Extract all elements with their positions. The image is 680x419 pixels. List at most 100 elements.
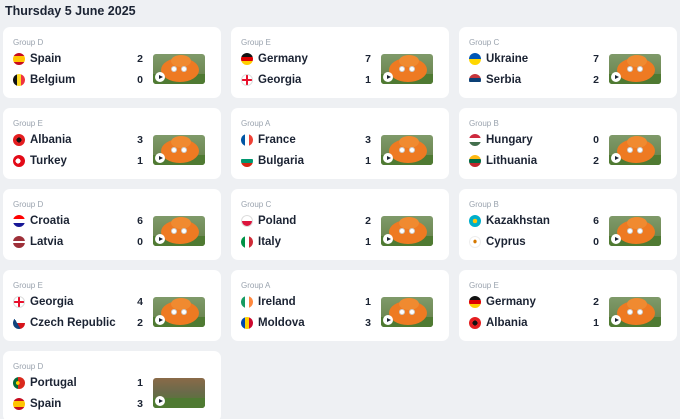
away-score: 0: [137, 236, 143, 248]
video-thumbnail[interactable]: [153, 54, 205, 84]
away-team: Albania: [469, 316, 528, 330]
away-team: Belgium: [13, 73, 75, 87]
play-icon[interactable]: [383, 153, 393, 163]
home-team-name: Kazakhstan: [486, 215, 550, 227]
video-thumbnail[interactable]: [609, 135, 661, 165]
home-team-name: Poland: [258, 215, 297, 227]
georgia-flag-icon: [13, 296, 25, 308]
home-team-name: Germany: [258, 53, 308, 65]
away-team-name: Albania: [486, 317, 528, 329]
play-icon[interactable]: [155, 315, 165, 325]
group-label: Group D: [13, 38, 44, 47]
match-card[interactable]: Group C Ukraine 7 Serbia 2: [459, 27, 677, 98]
group-label: Group A: [241, 119, 271, 128]
home-team-name: Spain: [30, 53, 62, 65]
match-card[interactable]: Group E Germany 2 Albania 1: [459, 270, 677, 341]
group-label: Group E: [469, 281, 499, 290]
home-team: Kazakhstan: [469, 214, 550, 228]
play-icon[interactable]: [611, 234, 621, 244]
match-grid: Group D Spain 2 Belgium 0 Group E German…: [3, 27, 677, 419]
video-thumbnail[interactable]: [609, 54, 661, 84]
video-thumbnail[interactable]: [153, 216, 205, 246]
video-thumbnail[interactable]: [153, 297, 205, 327]
video-thumbnail[interactable]: [381, 135, 433, 165]
away-team: Italy: [241, 235, 281, 249]
match-card[interactable]: Group D Spain 2 Belgium 0: [3, 27, 221, 98]
home-team: Ukraine: [469, 52, 528, 66]
match-card[interactable]: Group C Poland 2 Italy 1: [231, 189, 449, 260]
home-team-name: Ireland: [258, 296, 296, 308]
home-score: 2: [365, 215, 371, 227]
group-label: Group A: [241, 281, 271, 290]
match-card[interactable]: Group E Albania 3 Turkey 1: [3, 108, 221, 179]
away-score: 0: [593, 236, 599, 248]
spain-flag-icon: [13, 53, 25, 65]
play-icon[interactable]: [383, 234, 393, 244]
play-icon[interactable]: [155, 234, 165, 244]
match-card[interactable]: Group A Ireland 1 Moldova 3: [231, 270, 449, 341]
away-score: 2: [593, 155, 599, 167]
group-label: Group D: [13, 200, 44, 209]
germany-flag-icon: [469, 296, 481, 308]
home-team: Hungary: [469, 133, 533, 147]
video-thumbnail[interactable]: [153, 378, 205, 408]
video-thumbnail[interactable]: [381, 216, 433, 246]
play-icon[interactable]: [383, 72, 393, 82]
away-team-name: Spain: [30, 398, 62, 410]
away-score: 2: [593, 74, 599, 86]
play-icon[interactable]: [611, 72, 621, 82]
video-thumbnail[interactable]: [609, 216, 661, 246]
home-score: 7: [365, 53, 371, 65]
video-thumbnail[interactable]: [153, 135, 205, 165]
away-team-name: Cyprus: [486, 236, 526, 248]
away-team: Bulgaria: [241, 154, 304, 168]
group-label: Group E: [13, 281, 43, 290]
match-card[interactable]: Group A France 3 Bulgaria 1: [231, 108, 449, 179]
match-card[interactable]: Group B Hungary 0 Lithuania 2: [459, 108, 677, 179]
match-card[interactable]: Group D Portugal 1 Spain 3: [3, 351, 221, 419]
germany-flag-icon: [241, 53, 253, 65]
group-label: Group B: [469, 200, 499, 209]
away-score: 3: [137, 398, 143, 410]
play-icon[interactable]: [611, 315, 621, 325]
match-card[interactable]: Group E Germany 7 Georgia 1: [231, 27, 449, 98]
play-icon[interactable]: [383, 315, 393, 325]
home-team: Germany: [241, 52, 308, 66]
match-card[interactable]: Group E Georgia 4 Czech Republic 2: [3, 270, 221, 341]
play-icon[interactable]: [155, 396, 165, 406]
home-team-name: Ukraine: [486, 53, 529, 65]
away-team-name: Lithuania: [486, 155, 538, 167]
hungary-flag-icon: [469, 134, 481, 146]
play-icon[interactable]: [611, 153, 621, 163]
match-card[interactable]: Group D Croatia 6 Latvia 0: [3, 189, 221, 260]
video-thumbnail[interactable]: [381, 54, 433, 84]
group-label: Group E: [13, 119, 43, 128]
away-team-name: Czech Republic: [30, 317, 116, 329]
home-team-name: Albania: [30, 134, 72, 146]
portugal-flag-icon: [13, 377, 25, 389]
home-team: Ireland: [241, 295, 296, 309]
turkey-flag-icon: [13, 155, 25, 167]
albania-flag-icon: [13, 134, 25, 146]
away-team: Georgia: [241, 73, 301, 87]
away-score: 1: [137, 155, 143, 167]
video-thumbnail[interactable]: [381, 297, 433, 327]
away-team-name: Moldova: [258, 317, 305, 329]
home-score: 4: [137, 296, 143, 308]
home-team: Albania: [13, 133, 72, 147]
home-team-name: France: [258, 134, 296, 146]
group-label: Group D: [13, 362, 44, 371]
play-icon[interactable]: [155, 153, 165, 163]
play-icon[interactable]: [155, 72, 165, 82]
away-team-name: Serbia: [486, 74, 522, 86]
czech-flag-icon: [13, 317, 25, 329]
poland-flag-icon: [241, 215, 253, 227]
match-card[interactable]: Group B Kazakhstan 6 Cyprus 0: [459, 189, 677, 260]
home-score: 6: [137, 215, 143, 227]
away-score: 1: [365, 236, 371, 248]
home-score: 7: [593, 53, 599, 65]
latvia-flag-icon: [13, 236, 25, 248]
croatia-flag-icon: [13, 215, 25, 227]
video-thumbnail[interactable]: [609, 297, 661, 327]
ukraine-flag-icon: [469, 53, 481, 65]
